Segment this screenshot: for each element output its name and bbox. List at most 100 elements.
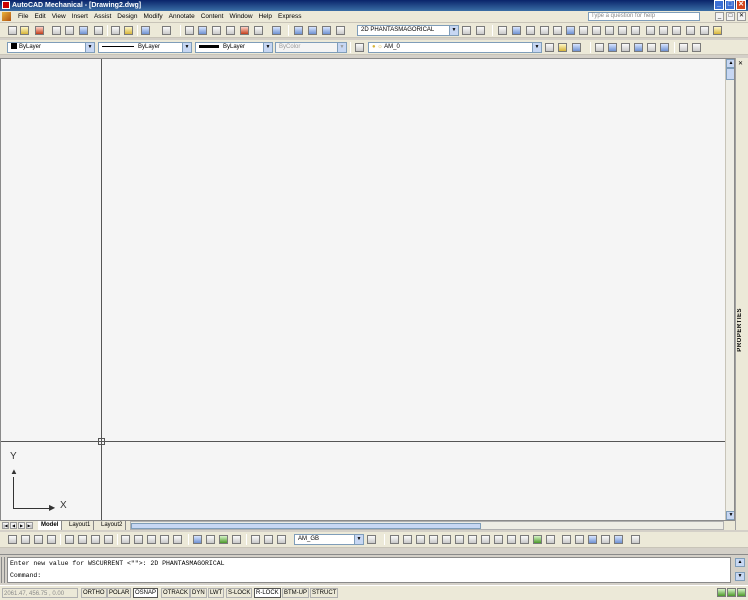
- menu-design[interactable]: Design: [114, 13, 140, 20]
- menu-help[interactable]: Help: [256, 13, 275, 20]
- construction-line-icon[interactable]: [403, 535, 412, 544]
- workspace-settings-icon[interactable]: [336, 26, 345, 35]
- jogged-linear-icon[interactable]: [232, 535, 241, 544]
- menu-file[interactable]: File: [15, 13, 31, 20]
- s-lock-toggle[interactable]: S-LOCK: [226, 588, 253, 598]
- app-icon[interactable]: [2, 1, 10, 9]
- menu-view[interactable]: View: [49, 13, 69, 20]
- polyline-icon[interactable]: [416, 535, 425, 544]
- tolerance-icon[interactable]: [193, 535, 202, 544]
- layer-tool-5-icon[interactable]: [647, 43, 656, 52]
- explode-icon[interactable]: [713, 26, 722, 35]
- layer-states-icon[interactable]: [572, 43, 581, 52]
- scroll-up-icon[interactable]: ▲: [726, 59, 734, 68]
- dim-edit-icon[interactable]: [251, 535, 260, 544]
- doc-minimize-button[interactable]: _: [715, 12, 724, 21]
- ellipse-arc-icon[interactable]: [520, 535, 529, 544]
- lwt-toggle[interactable]: LWT: [208, 588, 225, 598]
- command-scroll-up-icon[interactable]: ▲: [735, 558, 745, 567]
- modify-edit-icon[interactable]: [498, 26, 507, 35]
- layer-tool-4-icon[interactable]: [634, 43, 643, 52]
- r-lock-toggle[interactable]: R-LOCK: [254, 588, 281, 598]
- fillet-icon[interactable]: [686, 26, 695, 35]
- gradient-icon[interactable]: [588, 535, 597, 544]
- spline-icon[interactable]: [494, 535, 503, 544]
- trim-icon[interactable]: [618, 26, 627, 35]
- multiline-text-icon[interactable]: [631, 535, 640, 544]
- table-icon[interactable]: [614, 535, 623, 544]
- insert-block-icon[interactable]: [533, 535, 542, 544]
- revision-cloud-icon[interactable]: [481, 535, 490, 544]
- next-tab-icon[interactable]: ▶: [18, 522, 25, 529]
- inspection-icon[interactable]: [219, 535, 228, 544]
- horizontal-scrollbar[interactable]: [130, 521, 724, 530]
- ellipse-icon[interactable]: [507, 535, 516, 544]
- line-icon[interactable]: [390, 535, 399, 544]
- help-search-input[interactable]: Type a question for help: [588, 12, 700, 21]
- otrack-toggle[interactable]: OTRACK: [161, 588, 191, 598]
- dim-update-icon[interactable]: [277, 535, 286, 544]
- erase-icon[interactable]: [512, 26, 521, 35]
- properties-palette-strip[interactable]: ✕ PROPERTIES: [735, 58, 748, 530]
- btm-up-toggle[interactable]: BTM-UP: [282, 588, 309, 598]
- dim-text-edit-icon[interactable]: [264, 535, 273, 544]
- array-icon[interactable]: [553, 26, 562, 35]
- publish-icon[interactable]: [79, 26, 88, 35]
- circle-icon[interactable]: [468, 535, 477, 544]
- tray-clean-screen-icon[interactable]: [737, 588, 746, 597]
- layer-previous-icon[interactable]: [558, 43, 567, 52]
- menu-annotate[interactable]: Annotate: [166, 13, 198, 20]
- rotate-icon[interactable]: [579, 26, 588, 35]
- layer-tool-3-icon[interactable]: [621, 43, 630, 52]
- document-icon[interactable]: [2, 12, 11, 21]
- workspace-save-icon[interactable]: [294, 26, 303, 35]
- quick-dim-icon[interactable]: [121, 535, 130, 544]
- minimize-button[interactable]: _: [714, 0, 724, 10]
- arc-icon[interactable]: [455, 535, 464, 544]
- menu-insert[interactable]: Insert: [69, 13, 91, 20]
- cut-icon[interactable]: [111, 26, 120, 35]
- layer-tool-1-icon[interactable]: [595, 43, 604, 52]
- dim-jogged-icon[interactable]: [78, 535, 87, 544]
- extend-icon[interactable]: [631, 26, 640, 35]
- polar-toggle[interactable]: POLAR: [107, 588, 132, 598]
- scale-icon[interactable]: [592, 26, 601, 35]
- match-properties-icon[interactable]: [124, 26, 133, 35]
- scroll-down-icon[interactable]: ▼: [726, 511, 734, 520]
- dim-space-icon[interactable]: [173, 535, 182, 544]
- workspace-select[interactable]: 2D PHANTASMAGORICAL ▼: [357, 25, 459, 36]
- layer-tool-2-icon[interactable]: [608, 43, 617, 52]
- struct-toggle[interactable]: STRUCT: [310, 588, 339, 598]
- plot-preview-icon[interactable]: [65, 26, 74, 35]
- close-button[interactable]: ✕: [736, 0, 746, 10]
- tab-layout1[interactable]: Layout1: [66, 521, 95, 530]
- power-dimension-icon[interactable]: [8, 535, 17, 544]
- workspace-tile-icon[interactable]: [322, 26, 331, 35]
- group-icon[interactable]: [692, 43, 701, 52]
- dim-angle-icon[interactable]: [104, 535, 113, 544]
- menu-window[interactable]: Window: [226, 13, 255, 20]
- scroll-thumb[interactable]: [131, 523, 481, 529]
- mirror-icon[interactable]: [540, 26, 549, 35]
- pan-icon[interactable]: [185, 26, 194, 35]
- sheet-set-icon[interactable]: [254, 26, 263, 35]
- workspace-cascade-icon[interactable]: [308, 26, 317, 35]
- maximize-button[interactable]: □: [725, 0, 735, 10]
- move-icon[interactable]: [566, 26, 575, 35]
- prev-tab-icon[interactable]: ◀: [10, 522, 17, 529]
- break-icon[interactable]: [646, 26, 655, 35]
- stretch-icon[interactable]: [605, 26, 614, 35]
- dyn-toggle[interactable]: DYN: [190, 588, 207, 598]
- polygon-icon[interactable]: [429, 535, 438, 544]
- lineweight-select[interactable]: ByLayer ▼: [195, 42, 273, 53]
- properties-icon[interactable]: [212, 26, 221, 35]
- region-icon[interactable]: [601, 535, 610, 544]
- dim-ordinate-icon[interactable]: [47, 535, 56, 544]
- my-workspace-icon[interactable]: [476, 26, 485, 35]
- scroll-thumb[interactable]: [726, 68, 734, 80]
- help-icon[interactable]: [272, 26, 281, 35]
- undo-icon[interactable]: [141, 26, 150, 35]
- open-icon[interactable]: [20, 26, 29, 35]
- dim-radius-icon[interactable]: [65, 535, 74, 544]
- palette-close-icon[interactable]: ✕: [738, 60, 743, 67]
